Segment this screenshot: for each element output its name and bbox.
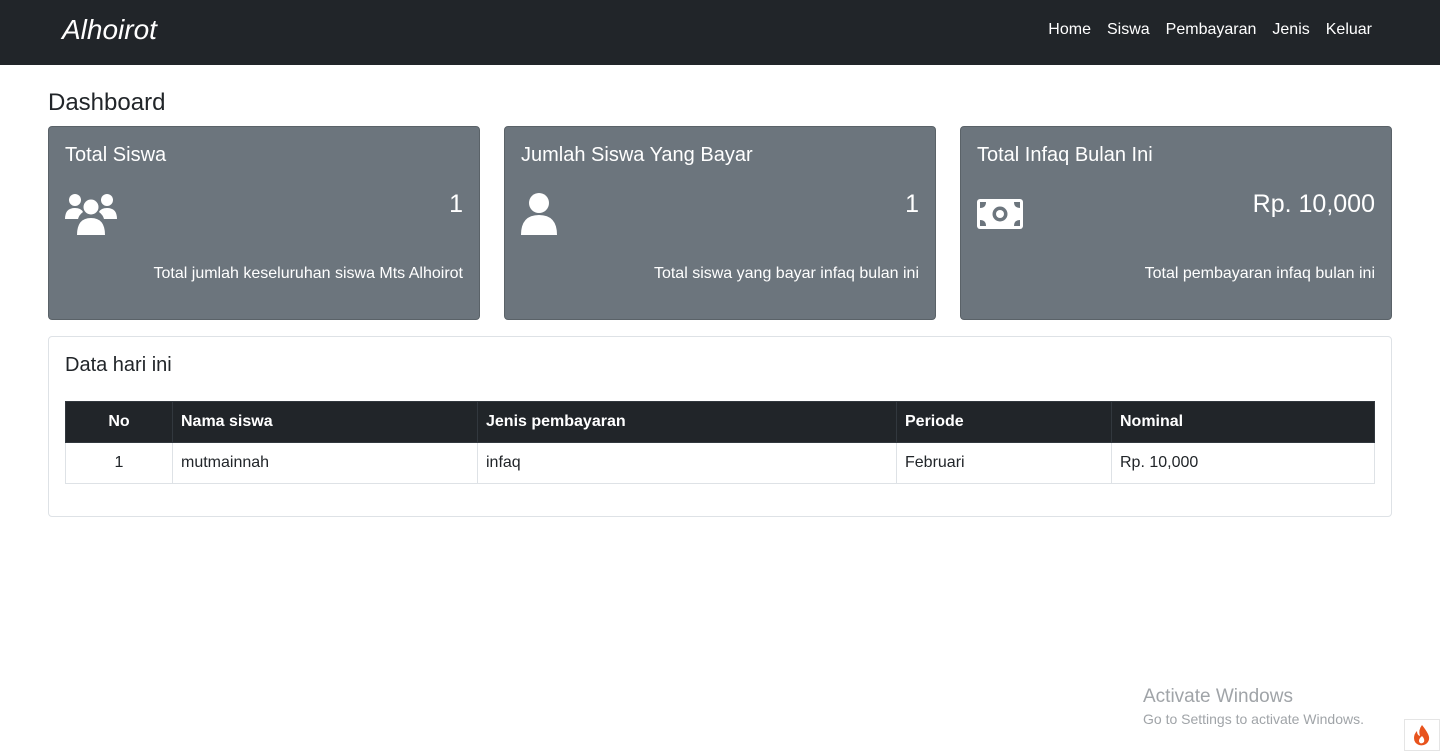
- col-nominal: Nominal: [1111, 401, 1375, 443]
- card-title: Jumlah Siswa Yang Bayar: [521, 144, 753, 166]
- nav-siswa[interactable]: Siswa: [1107, 20, 1150, 40]
- card-footer: Total pembayaran infaq bulan ini: [1144, 265, 1375, 282]
- cell-periode: Februari: [896, 442, 1112, 484]
- table-header-row: No Nama siswa Jenis pembayaran Periode N…: [65, 401, 1375, 443]
- card-total-infaq: Total Infaq Bulan Ini Rp. 10,000 Total p…: [960, 126, 1392, 320]
- brand-logo[interactable]: Alhoirot: [62, 14, 157, 46]
- cell-nominal: Rp. 10,000: [1111, 442, 1375, 484]
- nav-menu: Home Siswa Pembayaran Jenis Keluar: [1048, 20, 1372, 40]
- card-footer: Total jumlah keseluruhan siswa Mts Alhoi…: [153, 265, 463, 282]
- watermark-subtitle: Go to Settings to activate Windows.: [1143, 711, 1364, 727]
- today-panel: Data hari ini No Nama siswa Jenis pembay…: [48, 336, 1392, 517]
- page-title: Dashboard: [48, 89, 166, 116]
- card-title: Total Siswa: [65, 144, 167, 166]
- col-periode: Periode: [896, 401, 1112, 443]
- users-icon: [65, 191, 117, 240]
- card-total-siswa: Total Siswa 1 Total jumlah keseluruhan s…: [48, 126, 480, 320]
- col-no: No: [65, 401, 173, 443]
- money-bill-icon: [977, 191, 1023, 240]
- nav-keluar[interactable]: Keluar: [1326, 20, 1372, 40]
- card-value: 1: [449, 190, 463, 218]
- windows-activation-watermark: Activate Windows Go to Settings to activ…: [1143, 686, 1364, 727]
- panel-title: Data hari ini: [65, 354, 172, 376]
- table-row: 1 mutmainnah infaq Februari Rp. 10,000: [65, 442, 1375, 484]
- user-icon: [521, 191, 561, 240]
- today-table: No Nama siswa Jenis pembayaran Periode N…: [65, 401, 1375, 484]
- card-title: Total Infaq Bulan Ini: [977, 144, 1153, 166]
- nav-jenis[interactable]: Jenis: [1272, 20, 1309, 40]
- flame-icon[interactable]: [1404, 719, 1440, 751]
- cell-no: 1: [65, 442, 173, 484]
- watermark-title: Activate Windows: [1143, 686, 1293, 707]
- card-value: 1: [905, 190, 919, 218]
- nav-home[interactable]: Home: [1048, 20, 1091, 40]
- col-jenis-pembayaran: Jenis pembayaran: [477, 401, 897, 443]
- cell-jenis-pembayaran: infaq: [477, 442, 897, 484]
- cell-nama-siswa: mutmainnah: [172, 442, 478, 484]
- nav-pembayaran[interactable]: Pembayaran: [1166, 20, 1257, 40]
- card-siswa-bayar: Jumlah Siswa Yang Bayar 1 Total siswa ya…: [504, 126, 936, 320]
- card-value: Rp. 10,000: [1252, 190, 1375, 218]
- col-nama-siswa: Nama siswa: [172, 401, 478, 443]
- card-footer: Total siswa yang bayar infaq bulan ini: [653, 265, 919, 282]
- top-navbar: Alhoirot Home Siswa Pembayaran Jenis Kel…: [0, 0, 1440, 65]
